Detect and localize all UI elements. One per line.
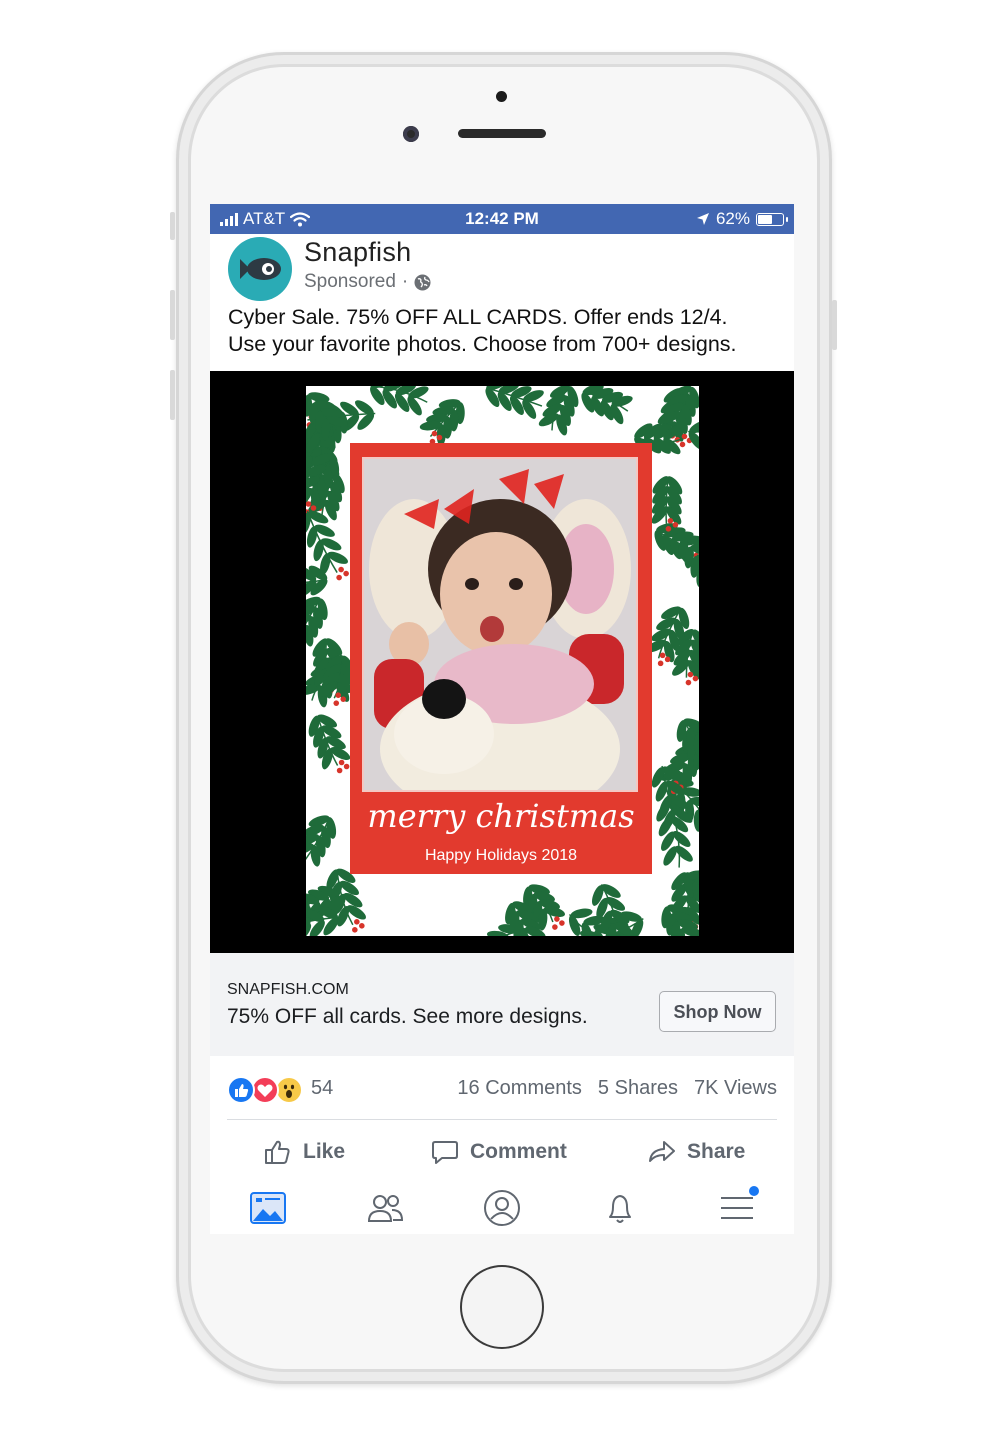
notification-dot: [749, 1186, 759, 1196]
news-feed-icon: [250, 1192, 286, 1224]
friends-icon: [367, 1195, 404, 1222]
tab-notifications[interactable]: [600, 1188, 640, 1228]
christmas-card-image: merry christmas Happy Holidays 2018: [306, 386, 699, 936]
volume-down-button: [170, 370, 175, 420]
sponsored-label[interactable]: Sponsored: [304, 271, 396, 293]
page-name[interactable]: Snapfish: [304, 237, 411, 268]
status-bar: AT&T 12:42 PM 62%: [210, 204, 794, 234]
divider: [227, 1119, 777, 1120]
share-arrow-icon: [649, 1141, 675, 1162]
engagement-stats: 54 16 Comments 5 Shares 7K Views: [227, 1074, 777, 1104]
location-arrow-icon: [696, 213, 709, 225]
comment-label: Comment: [470, 1140, 567, 1163]
child-photo: [362, 457, 638, 792]
reaction-count[interactable]: 54: [311, 1077, 333, 1100]
post-media[interactable]: merry christmas Happy Holidays 2018: [210, 371, 794, 953]
home-button[interactable]: [460, 1265, 544, 1349]
front-camera: [403, 126, 419, 142]
notifications-icon: [609, 1195, 631, 1223]
post-actions: Like Comment Share: [210, 1132, 794, 1172]
like-icon: [227, 1076, 255, 1104]
post-text-line2: Use your favorite photos. Choose from 70…: [228, 332, 737, 356]
sponsored-row: Sponsored ·: [304, 271, 431, 293]
screen: AT&T 12:42 PM 62% Snapfish Sponsored · C…: [210, 204, 794, 1234]
post-header: Snapfish Sponsored ·: [228, 237, 788, 301]
comment-icon: [432, 1141, 458, 1164]
comment-button[interactable]: Comment: [430, 1132, 567, 1172]
link-description: 75% OFF all cards. See more designs.: [227, 1005, 588, 1028]
tab-news-feed[interactable]: [248, 1188, 288, 1228]
love-icon: [251, 1076, 279, 1104]
fish-logo-icon: [240, 258, 281, 280]
earpiece-speaker: [458, 129, 546, 138]
mute-switch: [170, 212, 175, 240]
thumbs-up-icon: [265, 1140, 290, 1164]
page-avatar[interactable]: [228, 237, 292, 301]
views-count[interactable]: 7K Views: [694, 1077, 777, 1100]
battery-percent: 62%: [715, 209, 750, 228]
link-preview[interactable]: SNAPFISH.COM 75% OFF all cards. See more…: [210, 953, 794, 1056]
battery-icon: [756, 212, 788, 226]
post-text-line1: Cyber Sale. 75% OFF ALL CARDS. Offer end…: [228, 305, 728, 329]
child-with-teddy-bear-illustration: [364, 459, 636, 790]
volume-up-button: [170, 290, 175, 340]
card-subtitle: Happy Holidays 2018: [424, 847, 578, 864]
link-domain: SNAPFISH.COM: [227, 981, 349, 998]
share-button[interactable]: Share: [647, 1132, 745, 1172]
profile-icon: [484, 1190, 520, 1226]
bottom-tab-bar: [210, 1182, 794, 1234]
like-label: Like: [303, 1140, 346, 1163]
proximity-sensor: [496, 91, 507, 102]
separator: ·: [401, 271, 409, 292]
tab-profile[interactable]: [482, 1188, 522, 1228]
card-title: merry christmas: [367, 797, 635, 835]
card-red-frame: merry christmas Happy Holidays 2018: [350, 443, 652, 874]
reaction-icons[interactable]: [227, 1076, 307, 1104]
shares-count[interactable]: 5 Shares: [598, 1077, 678, 1100]
post-text: Cyber Sale. 75% OFF ALL CARDS. Offer end…: [228, 304, 788, 358]
comments-count[interactable]: 16 Comments: [457, 1077, 582, 1100]
tab-menu[interactable]: [717, 1186, 759, 1228]
globe-icon: [414, 274, 431, 290]
power-button: [832, 300, 837, 350]
like-button[interactable]: Like: [263, 1132, 345, 1172]
tab-friends[interactable]: [365, 1188, 405, 1228]
share-label: Share: [687, 1140, 746, 1163]
wow-icon: [275, 1076, 303, 1104]
shop-now-button[interactable]: Shop Now: [659, 991, 776, 1032]
